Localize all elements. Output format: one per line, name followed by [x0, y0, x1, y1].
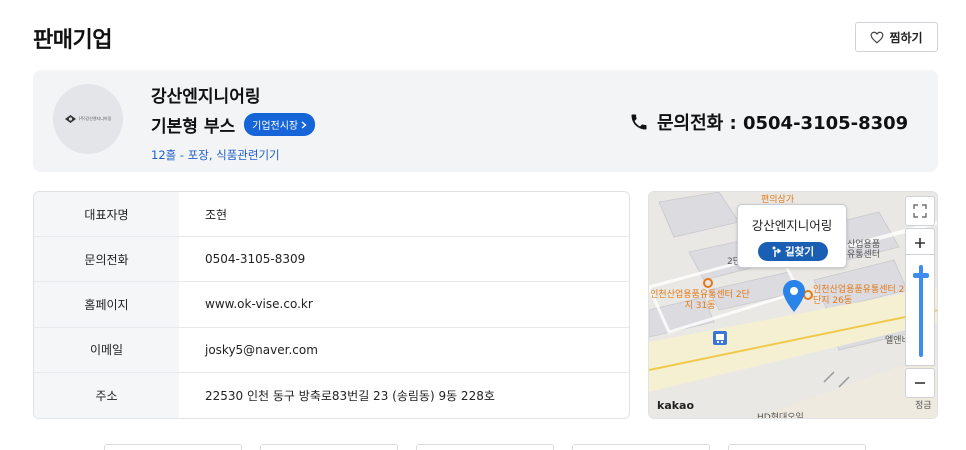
directions-button[interactable]: 길찾기	[758, 242, 828, 261]
chevron-right-icon	[301, 121, 307, 128]
row-value: 조현	[205, 207, 228, 222]
map-provider-logo: kakao	[657, 399, 695, 412]
map-label-left-center: 인천산업용품유통센터 2단지 31동	[650, 290, 750, 311]
row-key: 주소	[34, 372, 179, 418]
booth-type: 기본형 부스	[151, 117, 236, 137]
row-key: 대표자명	[34, 192, 179, 237]
poi-icon	[703, 278, 713, 288]
bottom-tab[interactable]	[416, 444, 554, 450]
company-name: 강산엔지니어링	[151, 87, 261, 107]
heart-icon	[871, 31, 884, 44]
page-title: 판매기업	[33, 28, 112, 53]
row-value: josky5@naver.com	[205, 342, 318, 357]
bottom-tab[interactable]	[572, 444, 710, 450]
bottom-tab-bar	[0, 444, 966, 450]
table-row: 문의전화 0504-3105-8309	[34, 237, 629, 283]
zoom-slider-track	[919, 265, 923, 357]
zoom-slider[interactable]	[905, 254, 935, 366]
minus-icon	[915, 382, 925, 384]
map-label-right-center: 인천산업용품유통센터 2단지 26동	[813, 285, 905, 306]
company-logo: (주)강산엔지니어링	[53, 84, 123, 154]
phone-icon	[631, 114, 647, 130]
booth-row: 기본형 부스 기업전시장	[151, 112, 316, 137]
row-key: 홈페이지	[34, 282, 179, 327]
table-row: 주소 22530 인천 동구 방축로83번길 23 (송림동) 9동 228호	[34, 372, 629, 418]
exhibit-hall-label: 기업전시장	[252, 121, 299, 132]
wishlist-button[interactable]: 찜하기	[855, 22, 938, 52]
exhibit-hall-button[interactable]: 기업전시장	[244, 113, 316, 136]
row-key: 이메일	[34, 327, 179, 372]
directions-icon	[772, 246, 781, 257]
fullscreen-icon	[913, 204, 927, 218]
company-card: (주)강산엔지니어링 강산엔지니어링 기본형 부스 기업전시장 12홀 - 포장…	[33, 70, 938, 172]
map-label-upper-right: 산업용품 유통센터	[847, 240, 881, 260]
directions-label: 길찾기	[785, 246, 814, 258]
row-key: 문의전화	[34, 237, 179, 282]
zoom-out-button[interactable]	[905, 368, 935, 398]
bottom-tab[interactable]	[728, 444, 866, 450]
plus-icon	[915, 238, 925, 248]
location-pin-icon[interactable]	[783, 280, 805, 312]
bus-stop-icon	[713, 331, 727, 345]
row-value: 22530 인천 동구 방축로83번길 23 (송림동) 9동 228호	[205, 388, 495, 403]
table-row: 이메일 josky5@naver.com	[34, 327, 629, 373]
map-label-bottom: HD현대오일	[757, 413, 804, 419]
wishlist-label: 찜하기	[889, 30, 923, 45]
logo-icon	[64, 115, 76, 123]
phone-label: 문의전화 : 0504-3105-8309	[657, 113, 909, 134]
logo-text: (주)강산엔지니어링	[78, 116, 112, 121]
row-value: 0504-3105-8309	[205, 252, 306, 267]
location-map[interactable]: 편의상가 2단 산업용품 유통센터 인천산업용품유통센터 2단지 31동 인천산…	[648, 191, 938, 419]
table-row: 대표자명 조현	[34, 192, 629, 238]
company-info-table: 대표자명 조현 문의전화 0504-3105-8309 홈페이지 www.ok-…	[33, 191, 630, 419]
row-value[interactable]: www.ok-vise.co.kr	[179, 282, 629, 326]
bottom-tab[interactable]	[104, 444, 242, 450]
zoom-slider-handle[interactable]	[913, 273, 929, 278]
map-zoom-control	[905, 196, 935, 410]
popup-company-name: 강산엔지니어링	[751, 218, 833, 233]
hall-category: 12홀 - 포장, 식품관련기기	[151, 148, 280, 162]
table-row: 홈페이지 www.ok-vise.co.kr	[34, 282, 629, 328]
contact-phone: 문의전화 : 0504-3105-8309	[629, 109, 908, 135]
fullscreen-button[interactable]	[905, 196, 935, 226]
bottom-tab[interactable]	[260, 444, 398, 450]
map-popup: 강산엔지니어링 길찾기	[737, 204, 847, 268]
